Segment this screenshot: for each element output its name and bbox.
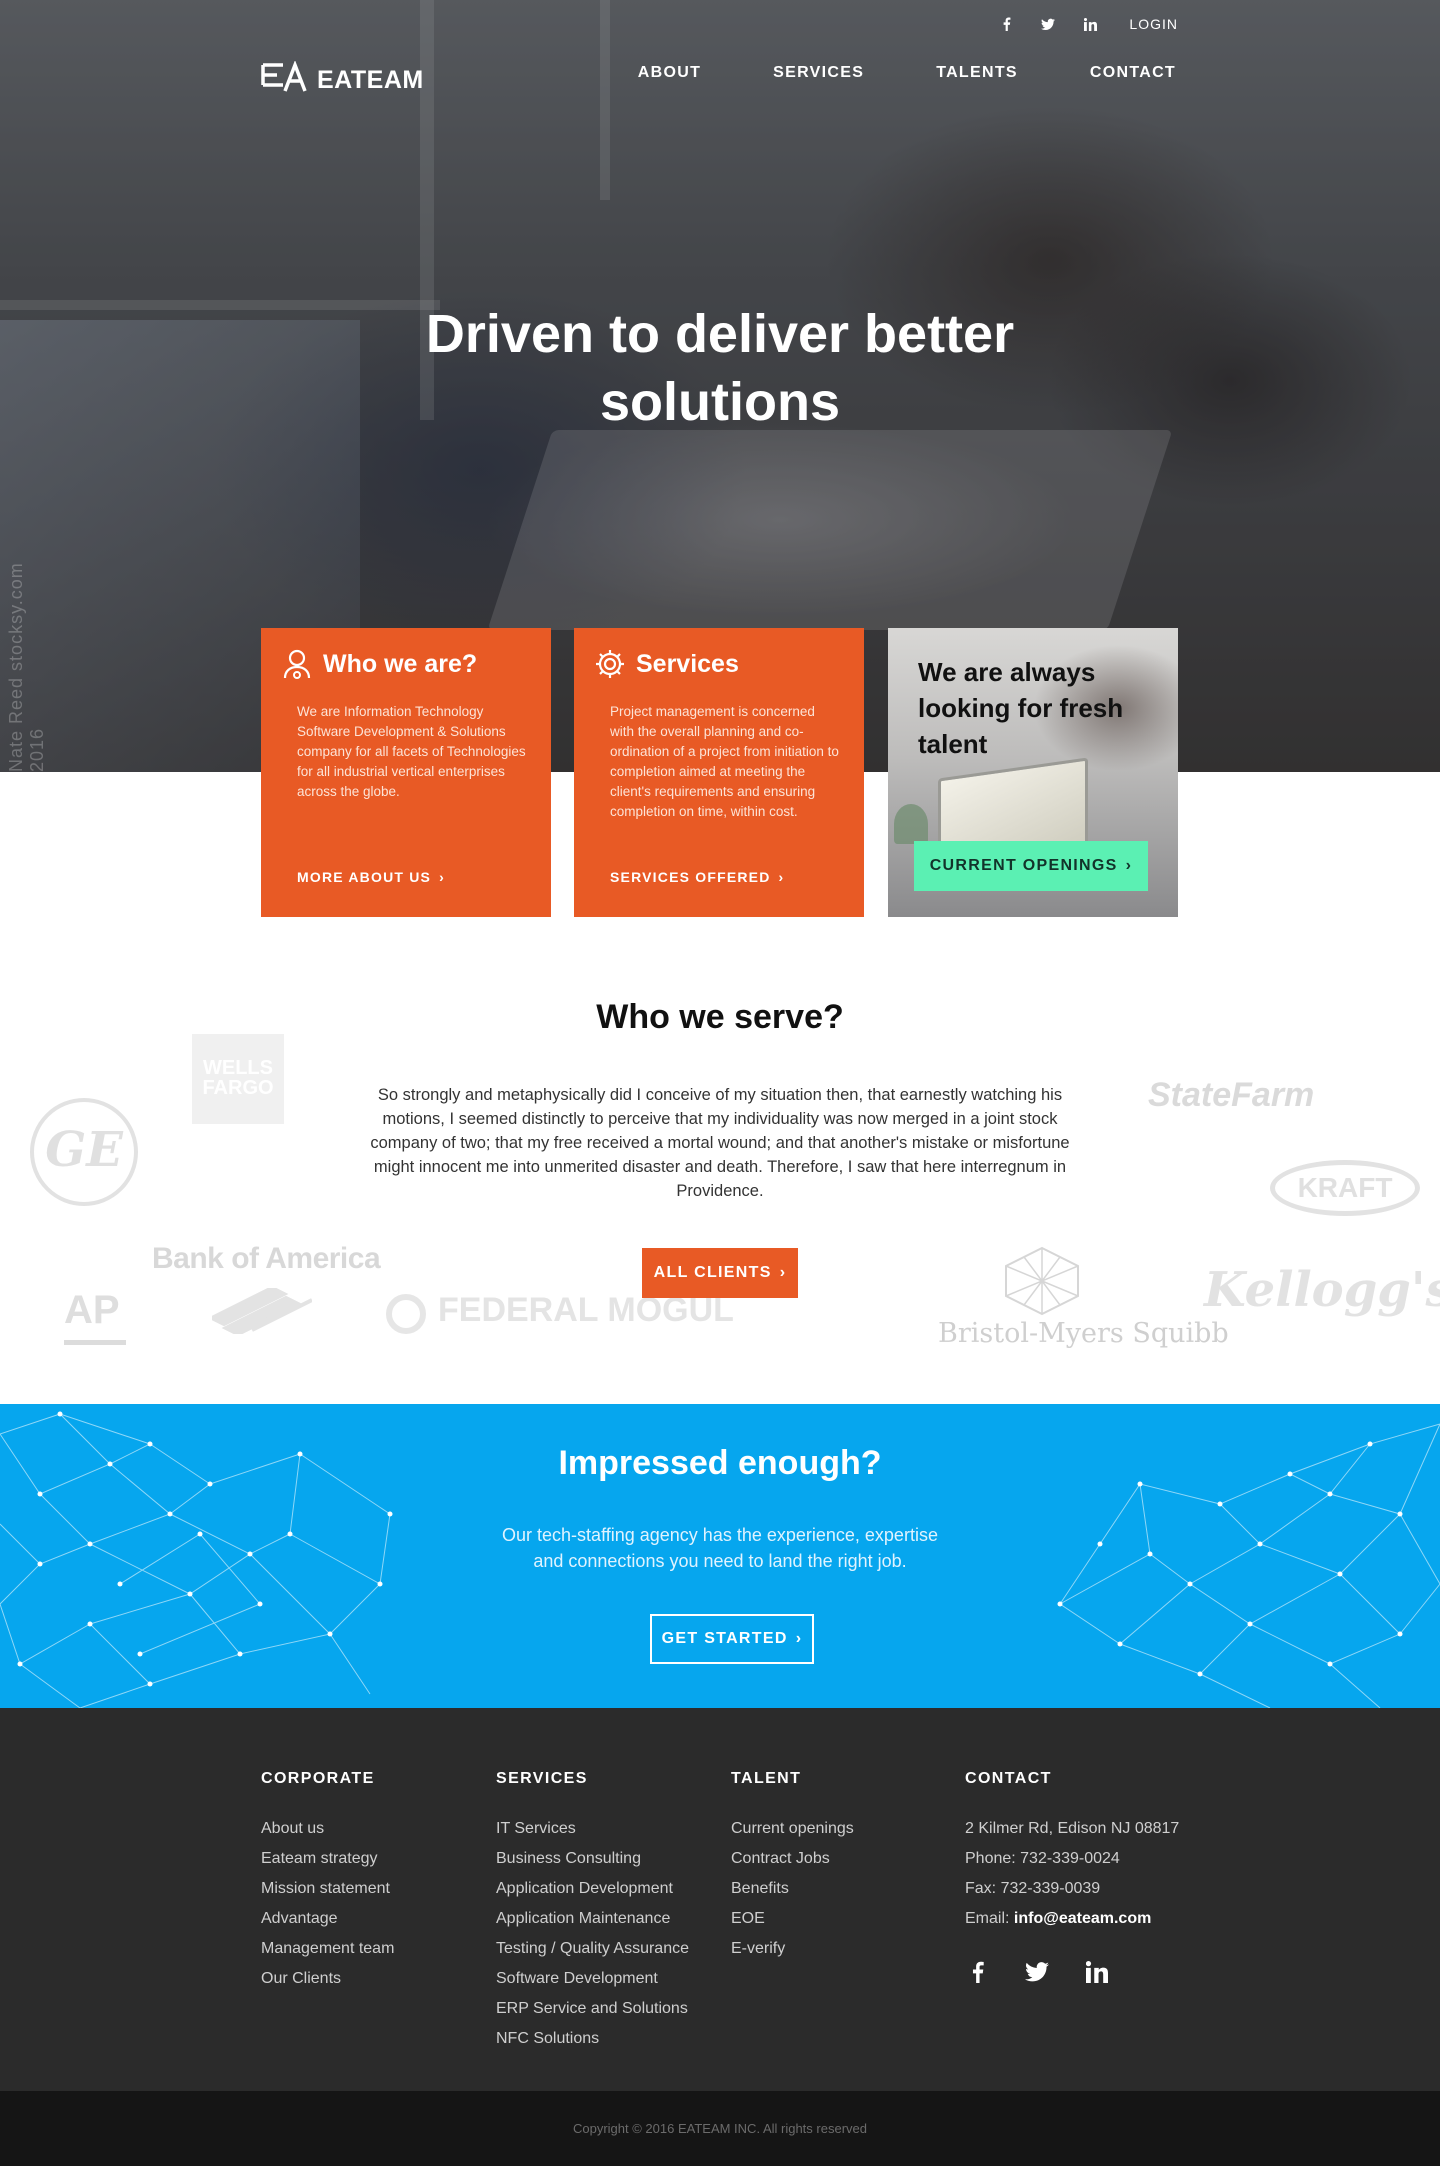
card-body: Project management is concerned with the… bbox=[610, 704, 839, 819]
footer-heading: TALENT bbox=[731, 1770, 802, 1787]
footer-link[interactable]: Application Maintenance bbox=[496, 1904, 689, 1934]
client-logo-ge: GE bbox=[30, 1098, 138, 1206]
footer-link[interactable]: Benefits bbox=[731, 1874, 854, 1904]
footer-link[interactable]: Advantage bbox=[261, 1904, 394, 1934]
footer-link[interactable]: Eateam strategy bbox=[261, 1844, 394, 1874]
federal-mogul-ring-icon bbox=[386, 1294, 426, 1334]
card-header: Services bbox=[594, 648, 739, 680]
footer-link[interactable]: Application Development bbox=[496, 1874, 689, 1904]
client-logo-kraft: KRAFT bbox=[1270, 1160, 1420, 1216]
facebook-icon[interactable] bbox=[999, 17, 1013, 31]
contact-address: 2 Kilmer Rd, Edison NJ 08817 bbox=[965, 1820, 1180, 1837]
chevron-right-icon: › bbox=[439, 869, 445, 885]
bank-of-america-flag-icon bbox=[212, 1288, 312, 1334]
chevron-right-icon: › bbox=[795, 1630, 803, 1647]
button-label: GET STARTED bbox=[661, 1630, 788, 1647]
twitter-icon[interactable] bbox=[1025, 1960, 1049, 1984]
client-logo-wells-fargo: WELLS FARGO bbox=[192, 1034, 284, 1124]
services-offered-link[interactable]: SERVICES OFFERED › bbox=[610, 869, 784, 885]
card-body: We are Information Technology Software D… bbox=[297, 704, 526, 799]
footer-link[interactable]: Current openings bbox=[731, 1814, 854, 1844]
linkedin-icon[interactable] bbox=[1083, 17, 1097, 31]
contact-phone: Phone: 732-339-0024 bbox=[965, 1850, 1120, 1867]
footer-heading: CORPORATE bbox=[261, 1770, 375, 1787]
button-label: CURRENT OPENINGS bbox=[929, 857, 1118, 874]
footer-link[interactable]: ERP Service and Solutions bbox=[496, 1994, 689, 2024]
hero-title: Driven to deliver better solutions bbox=[425, 304, 1015, 432]
user-icon bbox=[283, 649, 311, 679]
footer-link[interactable]: Our Clients bbox=[261, 1964, 394, 1994]
client-logo-kelloggs: Kellogg's bbox=[1204, 1262, 1440, 1318]
nav-talents[interactable]: TALENTS bbox=[936, 64, 1018, 82]
footer-link[interactable]: E-verify bbox=[731, 1934, 854, 1964]
footer: CORPORATE About us Eateam strategy Missi… bbox=[0, 1708, 1440, 2091]
footer-link[interactable]: Software Development bbox=[496, 1964, 689, 1994]
footer-col-contact: CONTACT 2 Kilmer Rd, Edison NJ 08817 Pho… bbox=[965, 1770, 1179, 1934]
logo-mark-icon bbox=[261, 60, 307, 92]
cta-section: Impressed enough? Our tech-staffing agen… bbox=[0, 1404, 1440, 1708]
brand-name: EATEAM bbox=[317, 66, 424, 94]
link-label: SERVICES OFFERED bbox=[610, 869, 771, 885]
footer-link[interactable]: Management team bbox=[261, 1934, 394, 1964]
footer-heading: SERVICES bbox=[496, 1770, 588, 1787]
contact-fax: Fax: 732-339-0039 bbox=[965, 1880, 1101, 1897]
card-header: Who we are? bbox=[281, 648, 477, 680]
section-text: So strongly and metaphysically did I con… bbox=[370, 1086, 1070, 1200]
card-photo-plant bbox=[894, 804, 928, 844]
footer-link[interactable]: Testing / Quality Assurance bbox=[496, 1934, 689, 1964]
contact-email-link[interactable]: info@eateam.com bbox=[1014, 1910, 1151, 1927]
topbar: LOGIN bbox=[999, 16, 1178, 32]
card-title: We are always looking for fresh talent bbox=[918, 657, 1124, 759]
chevron-right-icon: › bbox=[778, 869, 785, 885]
nav-about[interactable]: ABOUT bbox=[638, 64, 701, 82]
footer-col-talent: TALENT Current openings Contract Jobs Be… bbox=[731, 1770, 854, 1964]
current-openings-button[interactable]: CURRENT OPENINGS › bbox=[914, 841, 1148, 891]
facebook-icon[interactable] bbox=[965, 1960, 989, 1984]
cta-text: Our tech-staffing agency has the experie… bbox=[502, 1525, 938, 1571]
twitter-icon[interactable] bbox=[1041, 17, 1056, 31]
contact-email-label: Email: bbox=[965, 1910, 1014, 1927]
chevron-right-icon: › bbox=[1125, 857, 1133, 874]
client-logo-bristol-myers-squibb: Bristol-Myers Squibb bbox=[938, 1318, 1229, 1349]
more-about-us-link[interactable]: MORE ABOUT US › bbox=[297, 869, 445, 885]
card-title: Who we are? bbox=[323, 649, 478, 678]
nav-services[interactable]: SERVICES bbox=[773, 64, 864, 82]
link-label: MORE ABOUT US bbox=[297, 869, 432, 885]
nav-contact[interactable]: CONTACT bbox=[1090, 64, 1176, 82]
footer-link[interactable]: Mission statement bbox=[261, 1874, 394, 1904]
cta-title: Impressed enough? bbox=[558, 1444, 882, 1482]
get-started-button[interactable]: GET STARTED › bbox=[650, 1614, 814, 1664]
button-label: ALL CLIENTS bbox=[653, 1264, 772, 1281]
footer-link[interactable]: Contract Jobs bbox=[731, 1844, 854, 1874]
all-clients-button[interactable]: ALL CLIENTS › bbox=[642, 1248, 798, 1298]
card-talent: We are always looking for fresh talent C… bbox=[888, 628, 1178, 917]
brand-logo[interactable]: EATEAM bbox=[261, 58, 424, 95]
contact-email-row: Email: info@eateam.com bbox=[965, 1904, 1179, 1934]
section-title: Who we serve? bbox=[596, 998, 844, 1036]
client-logo-ap: AP bbox=[64, 1288, 126, 1345]
client-logo-bank-of-america: Bank of America bbox=[152, 1242, 381, 1275]
card-who-we-are: Who we are? We are Information Technolog… bbox=[261, 628, 551, 917]
footer-link[interactable]: Business Consulting bbox=[496, 1844, 689, 1874]
footer-link[interactable]: NFC Solutions bbox=[496, 2024, 689, 2054]
footer-col-services: SERVICES IT Services Business Consulting… bbox=[496, 1770, 689, 2054]
footer-heading: CONTACT bbox=[965, 1770, 1052, 1787]
copyright: Copyright © 2016 EATEAM INC. All rights … bbox=[0, 2091, 1440, 2166]
linkedin-icon[interactable] bbox=[1085, 1960, 1109, 1984]
footer-social bbox=[965, 1960, 1109, 1984]
card-services: Services Project management is concerned… bbox=[574, 628, 864, 917]
client-logo-state-farm: StateFarm bbox=[1148, 1076, 1315, 1114]
main-nav: ABOUT SERVICES TALENTS CONTACT bbox=[638, 64, 1176, 82]
card-title: Services bbox=[636, 649, 739, 678]
footer-link[interactable]: EOE bbox=[731, 1904, 854, 1934]
footer-link[interactable]: About us bbox=[261, 1814, 394, 1844]
login-link[interactable]: LOGIN bbox=[1129, 16, 1178, 32]
footer-col-corporate: CORPORATE About us Eateam strategy Missi… bbox=[261, 1770, 394, 1994]
bristol-myers-squibb-mark-icon bbox=[1005, 1246, 1079, 1316]
gear-icon bbox=[596, 650, 624, 678]
footer-link[interactable]: IT Services bbox=[496, 1814, 689, 1844]
chevron-right-icon: › bbox=[779, 1264, 787, 1281]
client-logo-federal-mogul: FEDERAL MOGUL bbox=[438, 1291, 734, 1329]
hero-photo-watermark: Nate Reed stocksy.com 2016 bbox=[6, 562, 47, 772]
